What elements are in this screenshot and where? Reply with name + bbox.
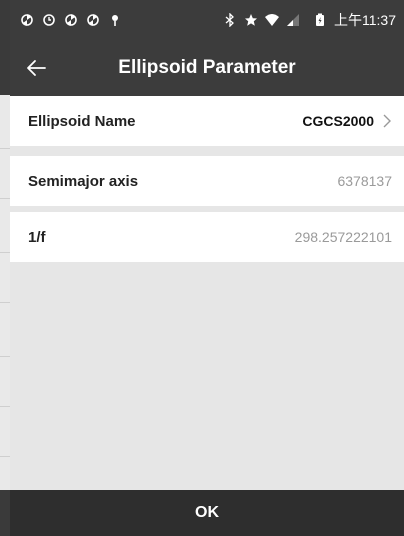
- location-pin-icon: [112, 15, 118, 26]
- divider: [0, 456, 10, 457]
- status-bar: 上午11:37: [10, 0, 404, 40]
- background-header: [0, 0, 10, 95]
- divider: [0, 252, 10, 253]
- ellipsoid-name-value: CGCS2000: [302, 113, 374, 129]
- ok-button[interactable]: OK: [10, 490, 404, 536]
- wifi-icon: [265, 14, 279, 26]
- divider: [0, 406, 10, 407]
- background-footer: [0, 490, 10, 536]
- background-previous-screen: [0, 0, 10, 536]
- page-title: Ellipsoid Parameter: [118, 57, 296, 78]
- sync-icon: [87, 14, 99, 26]
- ellipsoid-parameter-screen: 上午11:37 Ellipsoid Parameter Ellipsoid Na…: [10, 0, 404, 536]
- chevron-right-icon: [383, 114, 391, 128]
- divider: [0, 356, 10, 357]
- ellipsoid-name-row[interactable]: Ellipsoid Name CGCS2000: [10, 96, 404, 146]
- divider: [0, 148, 10, 149]
- app-bar: Ellipsoid Parameter: [10, 40, 404, 96]
- bluetooth-icon: [225, 13, 234, 27]
- semimajor-axis-value[interactable]: 6378137: [337, 173, 392, 189]
- signal-icon: [287, 14, 299, 26]
- inverse-flattening-value[interactable]: 298.257222101: [295, 229, 392, 245]
- semimajor-axis-label: Semimajor axis: [28, 172, 139, 190]
- star-icon: [245, 14, 257, 26]
- status-time: 上午11:37: [334, 12, 396, 28]
- ellipsoid-name-label: Ellipsoid Name: [28, 112, 136, 130]
- semimajor-axis-row[interactable]: Semimajor axis 6378137: [10, 156, 404, 206]
- divider: [0, 198, 10, 199]
- inverse-flattening-label: 1/f: [28, 228, 46, 246]
- sync-icon: [65, 14, 77, 26]
- alarm-icon: [43, 14, 55, 26]
- battery-icon: [316, 13, 324, 26]
- inverse-flattening-row[interactable]: 1/f 298.257222101: [10, 212, 404, 262]
- sync-icon: [21, 14, 33, 26]
- divider: [0, 302, 10, 303]
